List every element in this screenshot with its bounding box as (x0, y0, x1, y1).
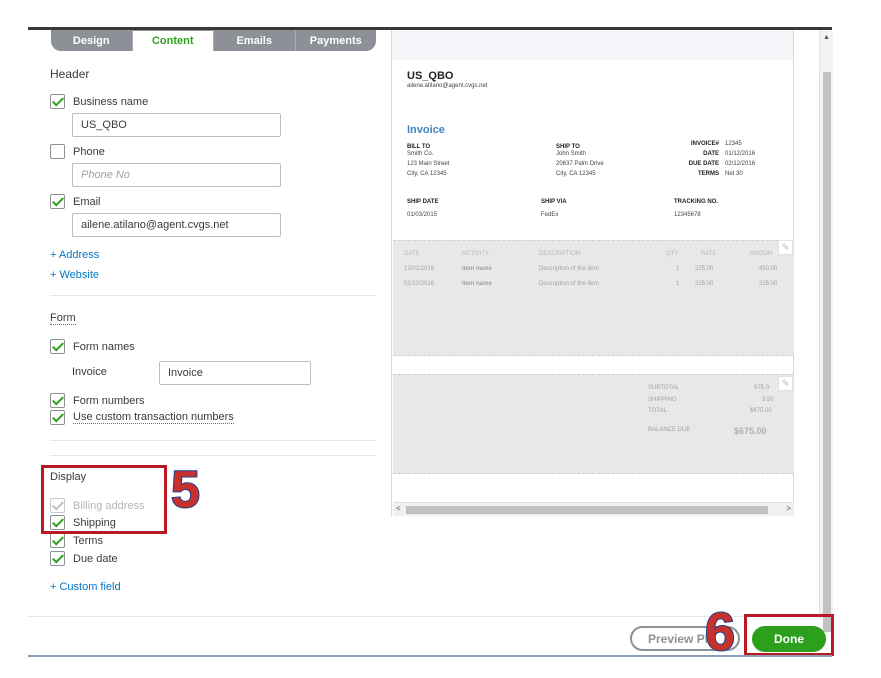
preview-company-name: US_QBO (407, 70, 454, 82)
due-date-label: Due date (73, 552, 118, 565)
due-date-option[interactable]: Due date (50, 551, 118, 566)
business-name-checkbox[interactable] (50, 94, 65, 109)
preview-total-label: TOTAL (648, 408, 667, 414)
section-divider (50, 440, 376, 441)
custom-txn-numbers-option[interactable]: Use custom transaction numbers (50, 410, 234, 425)
preview-top-strip (392, 30, 793, 60)
preview-row2-date: 01/12/2016 (404, 281, 435, 287)
step6-highlight-box (744, 614, 834, 656)
dialog-scroll-thumb[interactable] (823, 72, 831, 632)
add-custom-field-link[interactable]: + Custom field (50, 581, 121, 593)
form-names-checkbox[interactable] (50, 339, 65, 354)
preview-tracking-number: 12345678 (674, 212, 701, 218)
preview-row1-date: 12/01/2016 (404, 266, 435, 272)
preview-row1-activity: Item name (462, 266, 492, 272)
email-input[interactable]: ailene.atilano@agent.cvgs.net (72, 213, 281, 237)
preview-doc-title: Invoice (407, 124, 445, 136)
section-divider (50, 295, 376, 296)
scroll-right-icon[interactable]: > (786, 504, 791, 513)
scroll-left-icon[interactable]: < (396, 504, 401, 513)
form-names-label: Form names (73, 340, 135, 353)
terms-label: Terms (73, 534, 103, 547)
preview-horizontal-scrollbar[interactable]: < > (393, 502, 794, 516)
preview-balance-label: BALANCE DUE (648, 427, 691, 433)
email-checkbox[interactable] (50, 194, 65, 209)
phone-checkbox[interactable] (50, 144, 65, 159)
phone-input[interactable]: Phone No (72, 163, 281, 187)
tab-content[interactable]: Content (132, 30, 214, 51)
add-website-link[interactable]: + Website (50, 269, 99, 281)
preview-line-items-area (393, 240, 794, 356)
form-numbers-option[interactable]: Form numbers (50, 393, 145, 408)
header-section-title: Header (50, 67, 90, 81)
terms-checkbox[interactable] (50, 533, 65, 548)
business-name-input[interactable]: US_QBO (72, 113, 281, 137)
step5-number: 5 (170, 461, 201, 519)
add-address-link[interactable]: + Address (50, 249, 99, 261)
email-label: Email (73, 195, 101, 208)
tab-design[interactable]: Design (51, 30, 133, 51)
preview-row2-description: Description of the item (539, 281, 599, 287)
business-name-option[interactable]: Business name (50, 94, 148, 109)
phone-label: Phone (73, 145, 105, 158)
section-divider (50, 455, 376, 456)
preview-ship-via-heading: SHIP VIA (541, 199, 567, 205)
preview-col-activity: ACTIVITY (462, 251, 490, 257)
step6-number: 6 (704, 602, 736, 662)
preview-col-date: DATE (404, 251, 420, 257)
preview-shipping-value: 3.50 (762, 397, 774, 403)
preview-total-value: $675.00 (750, 408, 772, 414)
preview-col-description: DESCRIPTION (539, 251, 581, 257)
preview-scroll-thumb[interactable] (406, 506, 768, 514)
preview-ship-to-address: John Smith 20637 Palm Drive City, CA 123… (556, 151, 604, 177)
invoice-preview: US_QBO ailene.atilano@agent.cvgs.net Inv… (391, 30, 794, 517)
scroll-up-icon[interactable]: ▲ (823, 34, 830, 41)
preview-subtotal-value: 675.0 (754, 385, 770, 391)
preview-row1-qty: 2 (676, 266, 680, 272)
preview-subtotal-label: SUBTOTAL (648, 385, 680, 391)
preview-meta-values: 12345 01/12/2016 02/12/2016 Net 30 (725, 141, 756, 177)
dialog-vertical-scrollbar[interactable]: ▲ (819, 30, 833, 632)
email-option[interactable]: Email (50, 194, 101, 209)
pencil-icon[interactable]: ✎ (778, 376, 793, 391)
form-numbers-label: Form numbers (73, 394, 145, 407)
preview-row2-activity: Item name (462, 281, 492, 287)
preview-bill-to-address: Smith Co. 123 Main Street City, CA 12345 (407, 151, 450, 177)
tab-emails[interactable]: Emails (214, 30, 296, 51)
preview-totals-area (393, 374, 794, 474)
preview-row2-qty: 1 (676, 281, 680, 287)
preview-company-email: ailene.atilano@agent.cvgs.net (407, 83, 488, 89)
form-names-option[interactable]: Form names (50, 339, 135, 354)
preview-row1-description: Description of the item (539, 266, 599, 272)
invoice-name-input[interactable]: Invoice (159, 361, 311, 385)
customize-tabs: Design Content Emails Payments (51, 30, 376, 51)
preview-ship-via: FedEx (541, 212, 559, 218)
preview-col-qty: QTY (666, 251, 679, 257)
preview-row2-rate: 225.00 (695, 281, 714, 287)
preview-row1-amount: 450.00 (759, 266, 778, 272)
preview-ship-date-heading: SHIP DATE (407, 199, 439, 205)
preview-ship-date: 01/03/2015 (407, 212, 438, 218)
preview-row2-amount: 225.00 (759, 281, 778, 287)
phone-option[interactable]: Phone (50, 144, 105, 159)
preview-row1-rate: 225.00 (695, 266, 714, 272)
form-section-title: Form (50, 312, 76, 325)
preview-col-rate: RATE (701, 251, 717, 257)
preview-meta-labels: INVOICE# DATE DUE DATE TERMS (688, 141, 719, 177)
preview-shipping-label: SHIPPING (648, 397, 677, 403)
preview-balance-value: $675.00 (734, 426, 767, 436)
invoice-name-label: Invoice (72, 366, 107, 378)
preview-tracking-heading: TRACKING NO. (674, 199, 718, 205)
tab-payments[interactable]: Payments (296, 30, 377, 51)
due-date-checkbox[interactable] (50, 551, 65, 566)
custom-txn-numbers-checkbox[interactable] (50, 410, 65, 425)
custom-txn-numbers-label: Use custom transaction numbers (73, 411, 234, 424)
business-name-label: Business name (73, 95, 149, 108)
pencil-icon[interactable]: ✎ (778, 240, 793, 255)
preview-col-amount: AMOUN (750, 251, 773, 257)
step5-highlight-box (41, 465, 167, 534)
form-numbers-checkbox[interactable] (50, 393, 65, 408)
dialog-bottom-edge (28, 655, 832, 657)
terms-option[interactable]: Terms (50, 533, 103, 548)
